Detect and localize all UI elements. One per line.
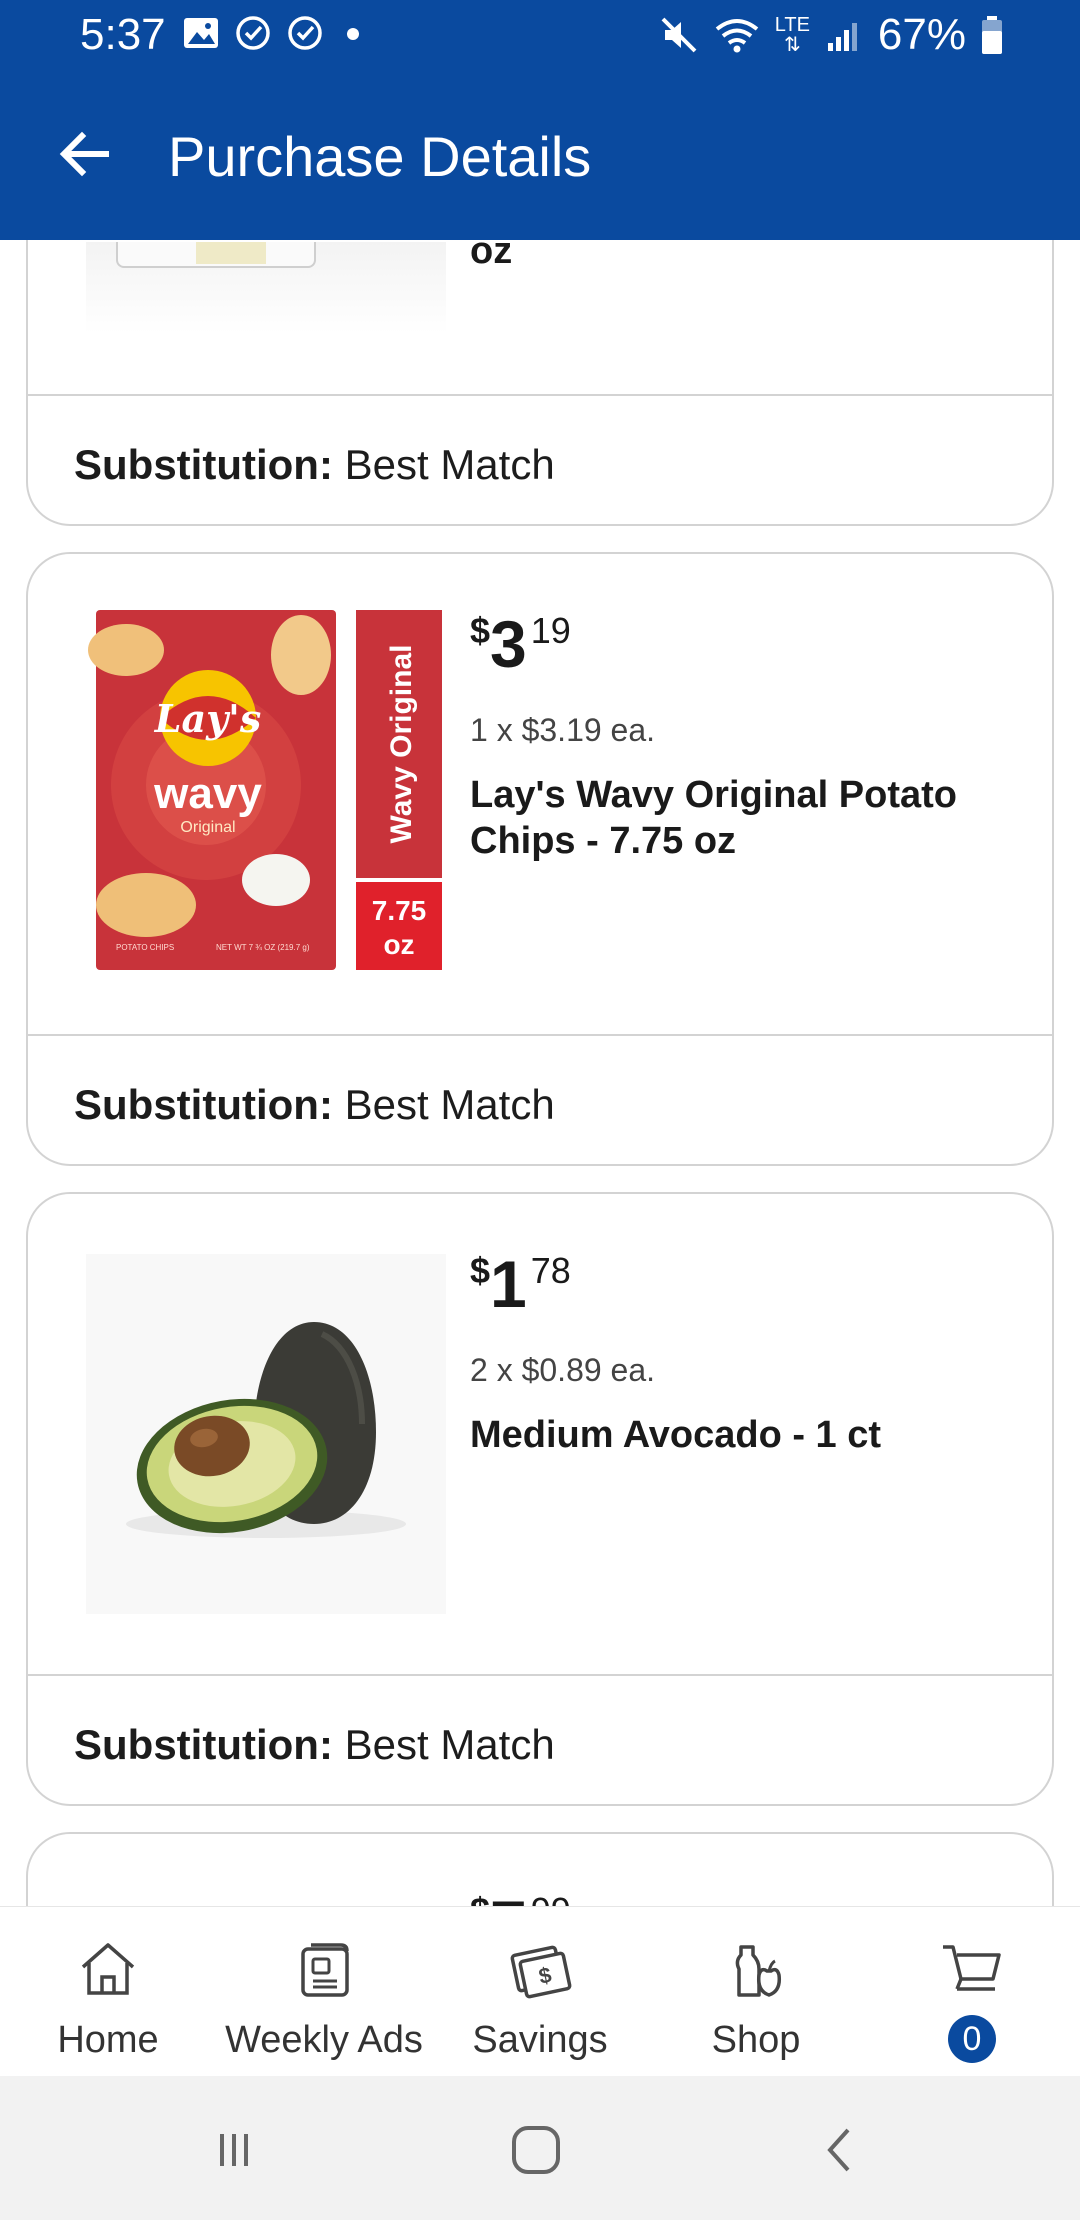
purchase-item-card[interactable]: $1 78 2 x $0.89 ea. Medium Avocado - 1 ct…	[26, 1192, 1054, 1806]
substitution-value: Best Match	[344, 1721, 555, 1768]
side-label-text: Wavy Original	[385, 645, 418, 844]
page-title: Purchase Details	[168, 125, 592, 188]
substitution-value: Best Match	[344, 441, 555, 488]
substitution-label: Substitution:	[74, 441, 333, 488]
product-image	[86, 242, 446, 334]
nav-shop[interactable]: Shop	[648, 1925, 864, 2065]
back-chevron-icon	[827, 2128, 850, 2172]
substitution-label: Substitution:	[74, 1721, 333, 1768]
check-circle-icon	[288, 16, 322, 50]
nav-cart[interactable]: 0	[864, 1925, 1080, 2065]
battery-percent: 67%	[877, 10, 966, 59]
network-type: LTE ⇅	[775, 15, 810, 55]
app-screen: 5:37 LTE ⇅ 67% Purchase Details oz Subst…	[0, 0, 1080, 2220]
price-cents: 78	[530, 1250, 571, 1291]
card-divider	[28, 394, 1052, 396]
check-circle-icon	[236, 16, 270, 50]
lays-chips-bag: Lay's wavy Original POTATO CHIPS NET WT …	[88, 610, 442, 970]
purchase-items-list[interactable]: oz Substitution: Best Match Lay's wavy O…	[0, 240, 1080, 1906]
item-price: $3 19	[470, 606, 571, 682]
substitution-row: Substitution: Best Match	[74, 441, 555, 489]
system-home-button[interactable]	[496, 2110, 576, 2190]
nav-weekly-ads-label: Weekly Ads	[225, 2019, 423, 2061]
network-label: LTE	[774, 14, 810, 36]
purchase-item-card[interactable]: $799	[26, 1832, 1054, 1906]
price-currency: $	[470, 610, 491, 651]
coupon-icon: $	[510, 1945, 572, 1999]
substitution-row: Substitution: Best Match	[74, 1721, 555, 1769]
mute-icon	[661, 17, 697, 53]
size-unit-text: oz	[383, 929, 414, 960]
notification-icons	[182, 14, 368, 52]
avocado-image	[126, 1322, 406, 1538]
item-price: $799	[470, 1886, 571, 1906]
arrow-left-icon	[59, 131, 109, 177]
image-icon	[184, 18, 218, 48]
status-time: 5:37	[80, 10, 166, 59]
nav-weekly-ads[interactable]: Weekly Ads	[216, 1925, 432, 2065]
nav-shop-label: Shop	[711, 2019, 801, 2061]
price-currency: $	[470, 1890, 490, 1906]
item-quantity: 1 x $3.19 ea.	[470, 712, 656, 748]
brand-logo-text: Lay's	[154, 696, 261, 741]
product-name[interactable]: Lay's Wavy Original Potato Chips - 7.75 …	[470, 772, 990, 864]
battery-icon	[982, 16, 1002, 54]
subvariant-logo-text: Original	[180, 819, 235, 836]
system-back-button[interactable]	[800, 2110, 880, 2190]
home-button-icon	[512, 2126, 560, 2174]
price-dollars: 1	[490, 1247, 527, 1321]
signal-icon	[827, 23, 857, 51]
nav-savings-label: Savings	[472, 2019, 608, 2061]
wifi-icon	[715, 19, 758, 53]
item-price: $1 78	[470, 1246, 571, 1322]
corner-left-text: POTATO CHIPS	[116, 943, 174, 952]
system-status-icons: LTE ⇅ 67%	[659, 10, 1004, 60]
purchase-item-card[interactable]: Lay's wavy Original POTATO CHIPS NET WT …	[26, 552, 1054, 1166]
status-bar: 5:37 LTE ⇅ 67%	[0, 0, 1080, 72]
system-navigation-bar	[0, 2076, 1080, 2220]
product-name: oz	[470, 240, 513, 272]
product-image: Lay's wavy Original POTATO CHIPS NET WT …	[86, 610, 446, 970]
substitution-row: Substitution: Best Match	[74, 1081, 555, 1129]
price-dollars: 3	[490, 607, 527, 681]
card-divider	[28, 1674, 1052, 1676]
home-icon	[81, 1943, 135, 1995]
back-button[interactable]	[52, 122, 116, 186]
cart-icon	[943, 1945, 1001, 1991]
substitution-label: Substitution:	[74, 1081, 333, 1128]
dot-icon	[347, 28, 359, 40]
size-label-text: 7.75	[372, 895, 427, 926]
substitution-value: Best Match	[344, 1081, 555, 1128]
app-bar: Purchase Details	[0, 72, 1080, 240]
recents-button[interactable]	[194, 2110, 274, 2190]
price-currency: $	[470, 1250, 491, 1291]
variant-logo-text: wavy	[153, 769, 262, 818]
nav-home-label: Home	[57, 2019, 159, 2061]
nav-home[interactable]: Home	[0, 1925, 216, 2065]
price-cents: 19	[530, 610, 571, 651]
card-divider	[28, 1034, 1052, 1036]
bottom-navigation: Home Weekly Ads $ Savings Shop 0	[0, 1906, 1080, 2076]
data-arrows-icon: ⇅	[783, 34, 801, 56]
nav-savings[interactable]: $ Savings	[432, 1925, 648, 2065]
product-name[interactable]: Medium Avocado - 1 ct	[470, 1412, 990, 1458]
price-cents: 99	[531, 1890, 571, 1906]
product-package-accent	[196, 242, 266, 264]
grocery-icon	[735, 1945, 782, 1997]
corner-right-text: NET WT 7 ¾ OZ (219.7 g)	[216, 943, 310, 952]
cart-count-badge: 0	[948, 2015, 996, 2063]
newspaper-icon	[301, 1943, 349, 1997]
product-image	[86, 1254, 446, 1614]
purchase-item-card[interactable]: oz Substitution: Best Match	[26, 240, 1054, 526]
item-quantity: 2 x $0.89 ea.	[470, 1352, 656, 1388]
price-dollars: 7	[490, 1887, 527, 1906]
recents-icon	[220, 2134, 248, 2166]
